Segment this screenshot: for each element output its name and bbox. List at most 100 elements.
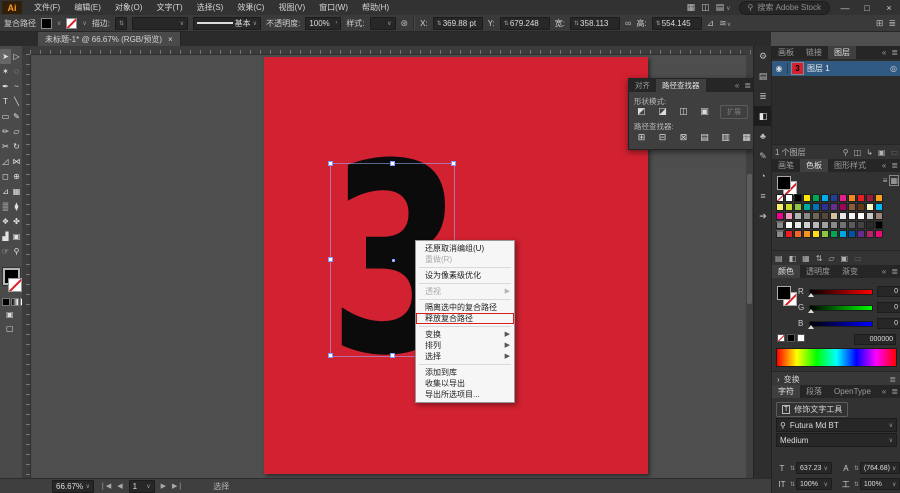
menu-8[interactable]: 帮助(H) bbox=[362, 2, 389, 13]
context-menu-item-3[interactable]: 设为像素级优化 bbox=[416, 270, 514, 281]
swatch-1-6[interactable] bbox=[830, 203, 838, 211]
swatch-0-1[interactable] bbox=[785, 194, 793, 202]
swatch-3-8[interactable] bbox=[848, 221, 856, 229]
swatch-0-9[interactable] bbox=[857, 194, 865, 202]
selection-tool[interactable]: ➤ bbox=[0, 49, 11, 64]
context-menu-item-14[interactable]: 添加到库 bbox=[416, 367, 514, 378]
pathfinder-tab-0[interactable]: 对齐 bbox=[629, 79, 656, 92]
fill-proxy-swatch[interactable] bbox=[777, 176, 791, 190]
blend-tool[interactable]: ❖ bbox=[0, 214, 11, 229]
character-collapse-icon[interactable]: « bbox=[882, 387, 889, 396]
line-segment-tool[interactable]: ╲ bbox=[11, 94, 22, 109]
swatch-3-5[interactable] bbox=[821, 221, 829, 229]
lasso-tool[interactable]: ◌ bbox=[11, 64, 22, 79]
gpu-performance-icon[interactable]: ◫ bbox=[701, 2, 710, 12]
free-transform-tool[interactable]: ◻ bbox=[0, 169, 11, 184]
minimize-button[interactable]: — bbox=[838, 3, 852, 13]
menu-0[interactable]: 文件(F) bbox=[34, 2, 60, 13]
minus-back-icon[interactable]: ▦ bbox=[739, 131, 753, 143]
height-field[interactable]: ⇅ 554.145 bbox=[651, 16, 702, 30]
swatch-3-7[interactable] bbox=[839, 221, 847, 229]
new-color-group-icon[interactable]: ▱ bbox=[828, 254, 834, 263]
swatch-kinds-icon[interactable]: ▦ bbox=[802, 254, 810, 263]
pathfinder-collapse-icon[interactable]: « bbox=[735, 81, 742, 90]
layers-menu-icon[interactable]: ≣ bbox=[891, 48, 900, 57]
swatch-2-7[interactable] bbox=[839, 212, 847, 220]
layer-target-icon[interactable]: ◎ bbox=[890, 64, 897, 73]
eraser-tool[interactable]: ▱ bbox=[11, 124, 22, 139]
color-tab-2[interactable]: 渐变 bbox=[836, 265, 864, 278]
context-menu-item-11[interactable]: 排列 ▶ bbox=[416, 340, 514, 351]
transform-panel-label[interactable]: 变换 bbox=[784, 374, 800, 385]
fill-color-swatch[interactable] bbox=[41, 17, 52, 29]
swatch-0-4[interactable] bbox=[812, 194, 820, 202]
chevron-down-icon[interactable]: ∨ bbox=[892, 465, 896, 472]
new-layer-icon[interactable]: ▣ bbox=[878, 148, 886, 157]
color-spectrum-bar[interactable] bbox=[776, 348, 897, 367]
context-menu-item-15[interactable]: 收集以导出 bbox=[416, 378, 514, 389]
swatch-2-5[interactable] bbox=[821, 212, 829, 220]
width-tool[interactable]: ⋈ bbox=[11, 154, 22, 169]
appearance-icon[interactable]: ◔ bbox=[754, 166, 772, 186]
menu-5[interactable]: 效果(C) bbox=[237, 2, 264, 13]
screen-mode-icon[interactable]: ▢ bbox=[6, 324, 14, 333]
color-fill-proxy[interactable] bbox=[777, 286, 791, 300]
gradient-tool[interactable]: ▒ bbox=[0, 199, 11, 214]
swatch-2-2[interactable] bbox=[794, 212, 802, 220]
new-sublayer-icon[interactable]: ↳ bbox=[866, 148, 873, 157]
color-group-folder-icon[interactable] bbox=[776, 221, 784, 229]
recolor-artwork-icon[interactable]: ⊛ bbox=[401, 18, 409, 29]
color-button[interactable] bbox=[2, 298, 10, 306]
stock-search-input[interactable]: ⚲ 搜索 Adobe Stock bbox=[738, 0, 830, 15]
character-menu-icon[interactable]: ≣ bbox=[891, 387, 900, 396]
selection-handle[interactable] bbox=[389, 161, 395, 166]
pathfinder-icon[interactable]: ◧ bbox=[754, 106, 772, 126]
b-slider[interactable] bbox=[808, 320, 873, 329]
perspective-grid-tool[interactable]: ⊿ bbox=[0, 184, 11, 199]
selection-handle[interactable] bbox=[328, 257, 333, 262]
stepper-icon[interactable]: ⇅ bbox=[854, 481, 859, 488]
intersect-icon[interactable]: ◫ bbox=[676, 105, 691, 117]
horizontal-scale-field[interactable]: 100% ∨ bbox=[859, 478, 900, 490]
character-tab-2[interactable]: OpenType bbox=[828, 385, 877, 398]
maximize-button[interactable]: □ bbox=[860, 3, 874, 13]
scale-tool[interactable]: ◿ bbox=[0, 154, 11, 169]
hand-tool[interactable]: ☞ bbox=[0, 244, 11, 259]
swatches-tab-0[interactable]: 画笔 bbox=[772, 159, 800, 172]
artboards-icon[interactable]: ▤ bbox=[754, 66, 772, 86]
swatch-4-9[interactable] bbox=[857, 230, 865, 238]
gradient-button[interactable] bbox=[11, 298, 19, 306]
visibility-eye-icon[interactable]: ◉ bbox=[774, 64, 784, 73]
swatch-0-3[interactable] bbox=[803, 194, 811, 202]
swatch-1-9[interactable] bbox=[857, 203, 865, 211]
stepper-icon[interactable]: ⇅ bbox=[790, 481, 795, 488]
clipping-mask-icon[interactable]: ◫ bbox=[854, 148, 862, 157]
swatch-3-9[interactable] bbox=[857, 221, 865, 229]
close-button[interactable]: × bbox=[882, 3, 896, 13]
stepper-icon[interactable]: ⇅ bbox=[854, 465, 859, 472]
hex-field[interactable]: 000000 bbox=[854, 334, 896, 345]
stepper-icon[interactable]: ⇅ bbox=[119, 20, 124, 27]
layers-tab-1[interactable]: 链接 bbox=[800, 46, 828, 59]
color-group-folder-icon[interactable] bbox=[776, 230, 784, 238]
swatch-3-1[interactable] bbox=[785, 221, 793, 229]
white-swatch[interactable] bbox=[797, 334, 805, 342]
swatch-1-4[interactable] bbox=[812, 203, 820, 211]
none-swatch[interactable] bbox=[777, 334, 785, 342]
canvas[interactable]: 3 对齐 路径查找器 «≣ 形状模式: ◩ ◪ ◫ ▣ 扩展 路径查找器: ⊞ ⊟ ⊠ ▤ ▥ ▦ 还… bbox=[22, 46, 753, 478]
shear-icon[interactable]: ⊿ bbox=[707, 18, 715, 29]
selection-handle[interactable] bbox=[389, 353, 395, 358]
menu-3[interactable]: 文字(T) bbox=[156, 2, 182, 13]
touch-type-tool-button[interactable]: T 修饰文字工具 bbox=[776, 402, 849, 417]
font-family-select[interactable]: ⚲ Futura Md BT ∨ bbox=[776, 418, 897, 432]
column-graph-tool[interactable]: ▟ bbox=[0, 229, 11, 244]
stroke-chevron-icon[interactable]: ∨ bbox=[82, 20, 86, 27]
artboard-tool[interactable]: ▣ bbox=[11, 229, 22, 244]
symbol-sprayer-tool[interactable]: ✤ bbox=[11, 214, 22, 229]
swatch-1-5[interactable] bbox=[821, 203, 829, 211]
expand-arrow-icon[interactable]: › bbox=[777, 375, 780, 384]
swatch-4-4[interactable] bbox=[812, 230, 820, 238]
fill-chevron-icon[interactable]: ∨ bbox=[57, 20, 61, 27]
swatch-0-5[interactable] bbox=[821, 194, 829, 202]
libraries-icon[interactable]: ⚙ bbox=[754, 46, 772, 66]
